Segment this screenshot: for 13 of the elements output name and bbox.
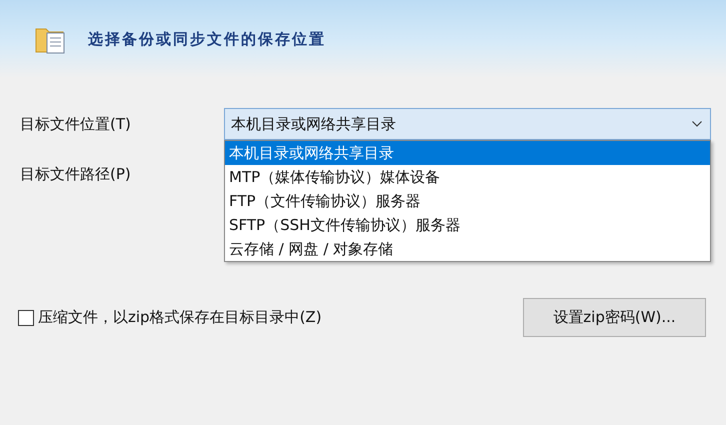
header-title: 选择备份或同步文件的保存位置 (88, 30, 326, 48)
checkbox[interactable] (18, 310, 34, 326)
dropdown-option[interactable]: FTP（文件传输协议）服务器 (225, 189, 710, 213)
dropdown-option[interactable]: 本机目录或网络共享目录 (225, 141, 710, 165)
field-label: 目标文件位置(T) (20, 114, 132, 134)
checkbox-label: 压缩文件，以zip格式保存在目标目录中(Z) (38, 308, 322, 327)
dropdown-option[interactable]: MTP（媒体传输协议）媒体设备 (225, 165, 710, 189)
dropdown-option[interactable]: SFTP（SSH文件传输协议）服务器 (225, 213, 710, 237)
chevron-down-icon (692, 121, 702, 127)
location-dropdown[interactable]: 本机目录或网络共享目录 (224, 108, 711, 140)
dropdown-option[interactable]: 云存储 / 网盘 / 对象存储 (225, 237, 710, 261)
zip-password-button[interactable]: 设置zip密码(W)... (523, 298, 706, 337)
field-label: 目标文件路径(P) (20, 164, 132, 184)
